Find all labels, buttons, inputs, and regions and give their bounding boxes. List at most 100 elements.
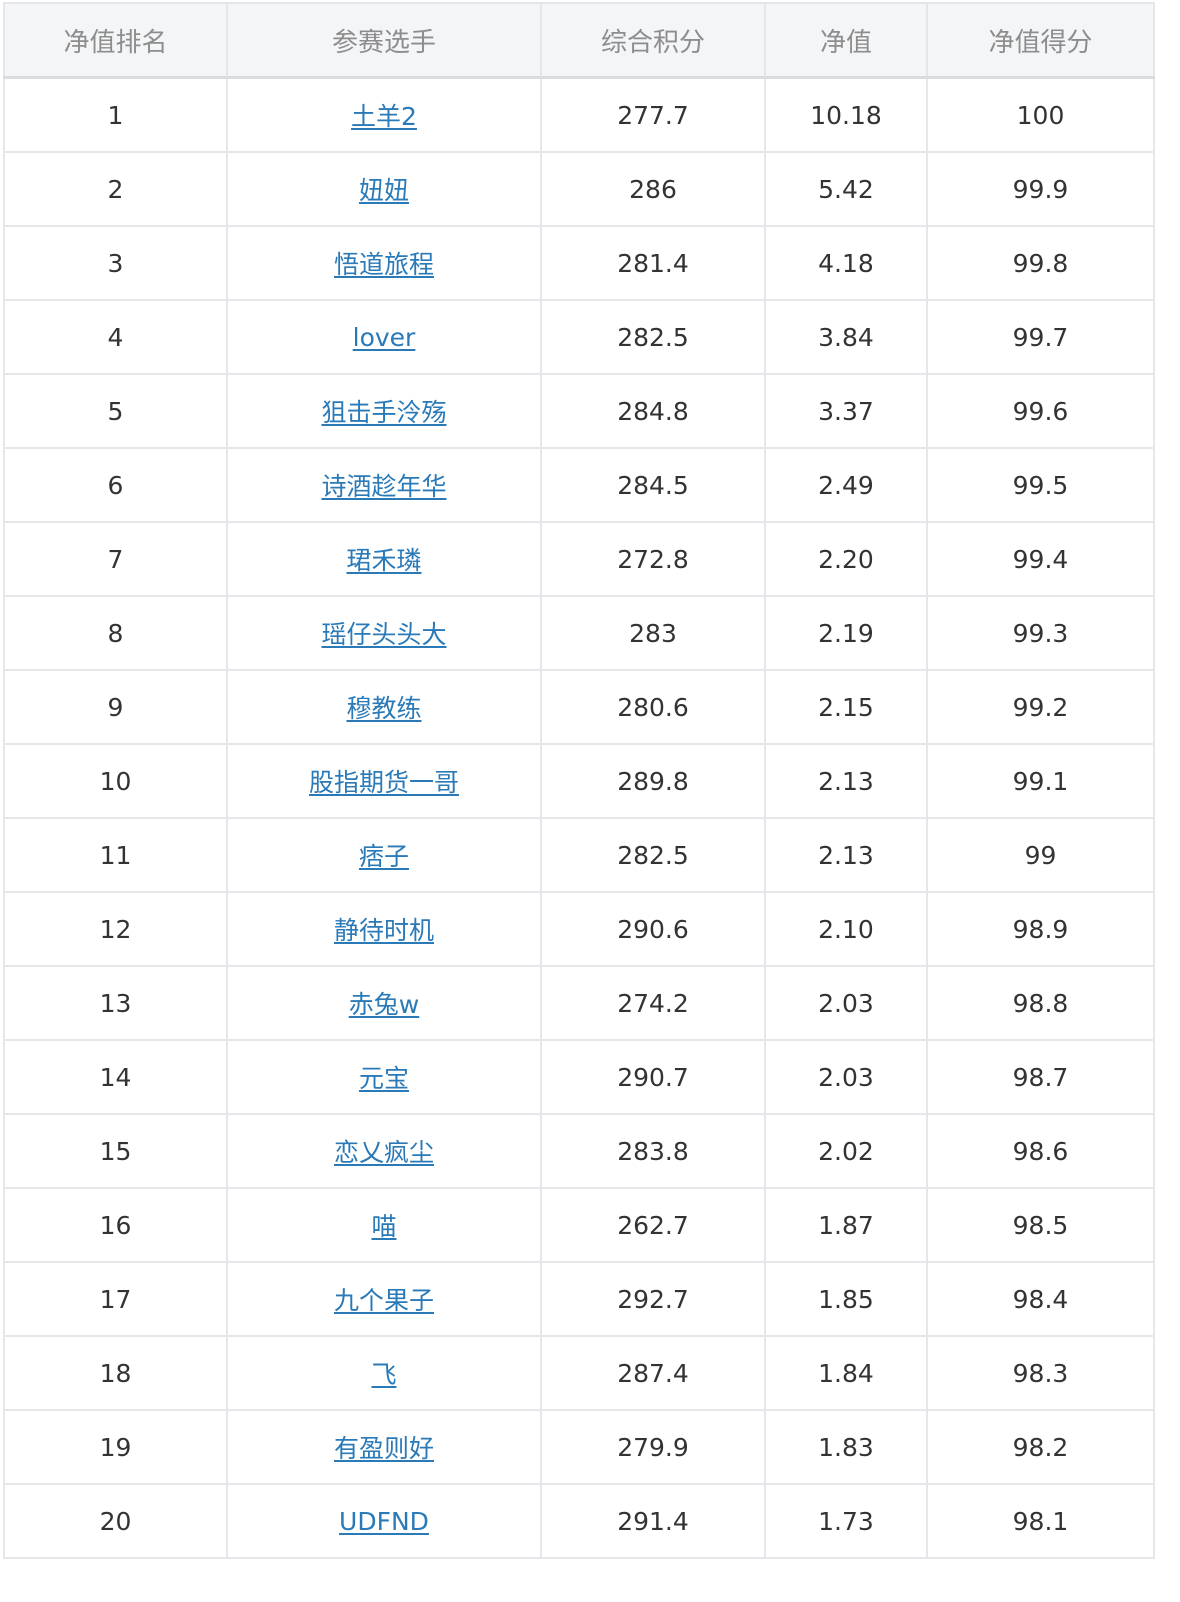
table-body: 1 土羊2 277.7 10.18 100 2 妞妞 286 5.42 99.9 3 悟道旅程 281.… [3,76,1155,1559]
table-row: 3 悟道旅程 281.4 4.18 99.8 [3,225,1155,301]
table-row: 9 穆教练 280.6 2.15 99.2 [3,669,1155,745]
nav-cell: 1.87 [764,1187,928,1263]
table-row: 8 瑶仔头头大 283 2.19 99.3 [3,595,1155,671]
rank-cell: 20 [3,1483,228,1559]
total-score-cell: 280.6 [540,669,766,745]
table-row: 11 痞子 282.5 2.13 99 [3,817,1155,893]
player-link[interactable]: 赤兔w [349,990,419,1019]
player-link[interactable]: 狙击手泠殇 [321,398,446,427]
total-score-cell: 262.7 [540,1187,766,1263]
ranking-table: 净值排名 参赛选手 综合积分 净值 净值得分 1 土羊2 277.7 10.18 100… [3,2,1155,1559]
nav-score-cell: 99.6 [926,373,1155,449]
player-link[interactable]: 妞妞 [359,176,409,205]
nav-score-cell: 99.8 [926,225,1155,301]
nav-cell: 2.03 [764,1039,928,1115]
total-score-cell: 290.6 [540,891,766,967]
nav-cell: 3.37 [764,373,928,449]
rank-cell: 10 [3,743,228,819]
player-link[interactable]: 痞子 [359,842,409,871]
nav-cell: 2.13 [764,743,928,819]
player-cell: 有盈则好 [226,1409,542,1485]
nav-score-cell: 99.5 [926,447,1155,523]
rank-cell: 5 [3,373,228,449]
column-header-nav-rank: 净值排名 [3,2,228,79]
player-cell: 妞妞 [226,151,542,227]
rank-cell: 16 [3,1187,228,1263]
player-cell: 珺禾璘 [226,521,542,597]
player-cell: lover [226,299,542,375]
total-score-cell: 282.5 [540,299,766,375]
table-row: 7 珺禾璘 272.8 2.20 99.4 [3,521,1155,597]
player-cell: 诗酒趁年华 [226,447,542,523]
table-row: 12 静待时机 290.6 2.10 98.9 [3,891,1155,967]
player-link[interactable]: 诗酒趁年华 [321,472,446,501]
player-link[interactable]: 恋乂疯尘 [334,1138,434,1167]
player-link[interactable]: UDFND [339,1507,429,1536]
total-score-cell: 283 [540,595,766,671]
nav-cell: 1.85 [764,1261,928,1337]
player-cell: 九个果子 [226,1261,542,1337]
rank-cell: 17 [3,1261,228,1337]
player-cell: 喵 [226,1187,542,1263]
rank-cell: 9 [3,669,228,745]
table-row: 2 妞妞 286 5.42 99.9 [3,151,1155,227]
rank-cell: 11 [3,817,228,893]
nav-score-cell: 98.4 [926,1261,1155,1337]
nav-score-cell: 98.6 [926,1113,1155,1189]
nav-cell: 2.20 [764,521,928,597]
rank-cell: 4 [3,299,228,375]
player-cell: 狙击手泠殇 [226,373,542,449]
nav-cell: 3.84 [764,299,928,375]
nav-cell: 1.73 [764,1483,928,1559]
nav-cell: 2.15 [764,669,928,745]
player-cell: 痞子 [226,817,542,893]
player-cell: 静待时机 [226,891,542,967]
player-link[interactable]: 股指期货一哥 [309,768,459,797]
header-row: 净值排名 参赛选手 综合积分 净值 净值得分 [3,2,1155,79]
player-cell: 土羊2 [226,76,542,153]
nav-cell: 2.19 [764,595,928,671]
player-cell: 悟道旅程 [226,225,542,301]
player-link[interactable]: 悟道旅程 [334,250,434,279]
total-score-cell: 279.9 [540,1409,766,1485]
player-cell: 穆教练 [226,669,542,745]
player-link[interactable]: 珺禾璘 [346,546,421,575]
total-score-cell: 287.4 [540,1335,766,1411]
player-link[interactable]: 瑶仔头头大 [321,620,446,649]
player-link[interactable]: 喵 [371,1212,396,1241]
player-link[interactable]: 飞 [371,1360,396,1389]
nav-score-cell: 100 [926,76,1155,153]
nav-cell: 1.83 [764,1409,928,1485]
nav-cell: 1.84 [764,1335,928,1411]
nav-score-cell: 99.1 [926,743,1155,819]
player-cell: UDFND [226,1483,542,1559]
player-link[interactable]: 元宝 [359,1064,409,1093]
total-score-cell: 283.8 [540,1113,766,1189]
nav-score-cell: 98.3 [926,1335,1155,1411]
table-row: 13 赤兔w 274.2 2.03 98.8 [3,965,1155,1041]
player-link[interactable]: 有盈则好 [334,1434,434,1463]
player-link[interactable]: 穆教练 [346,694,421,723]
nav-score-cell: 99.3 [926,595,1155,671]
nav-cell: 10.18 [764,76,928,153]
rank-cell: 3 [3,225,228,301]
player-cell: 元宝 [226,1039,542,1115]
player-link[interactable]: 九个果子 [334,1286,434,1315]
nav-score-cell: 99.4 [926,521,1155,597]
column-header-nav: 净值 [764,2,928,79]
column-header-total-score: 综合积分 [540,2,766,79]
rank-cell: 19 [3,1409,228,1485]
nav-cell: 5.42 [764,151,928,227]
nav-score-cell: 98.1 [926,1483,1155,1559]
nav-score-cell: 99.7 [926,299,1155,375]
total-score-cell: 272.8 [540,521,766,597]
total-score-cell: 282.5 [540,817,766,893]
rank-cell: 15 [3,1113,228,1189]
nav-score-cell: 99.9 [926,151,1155,227]
player-link[interactable]: 土羊2 [351,102,417,131]
player-link[interactable]: lover [353,323,416,352]
table-row: 6 诗酒趁年华 284.5 2.49 99.5 [3,447,1155,523]
column-header-nav-score: 净值得分 [926,2,1155,79]
table-row: 18 飞 287.4 1.84 98.3 [3,1335,1155,1411]
player-link[interactable]: 静待时机 [334,916,434,945]
